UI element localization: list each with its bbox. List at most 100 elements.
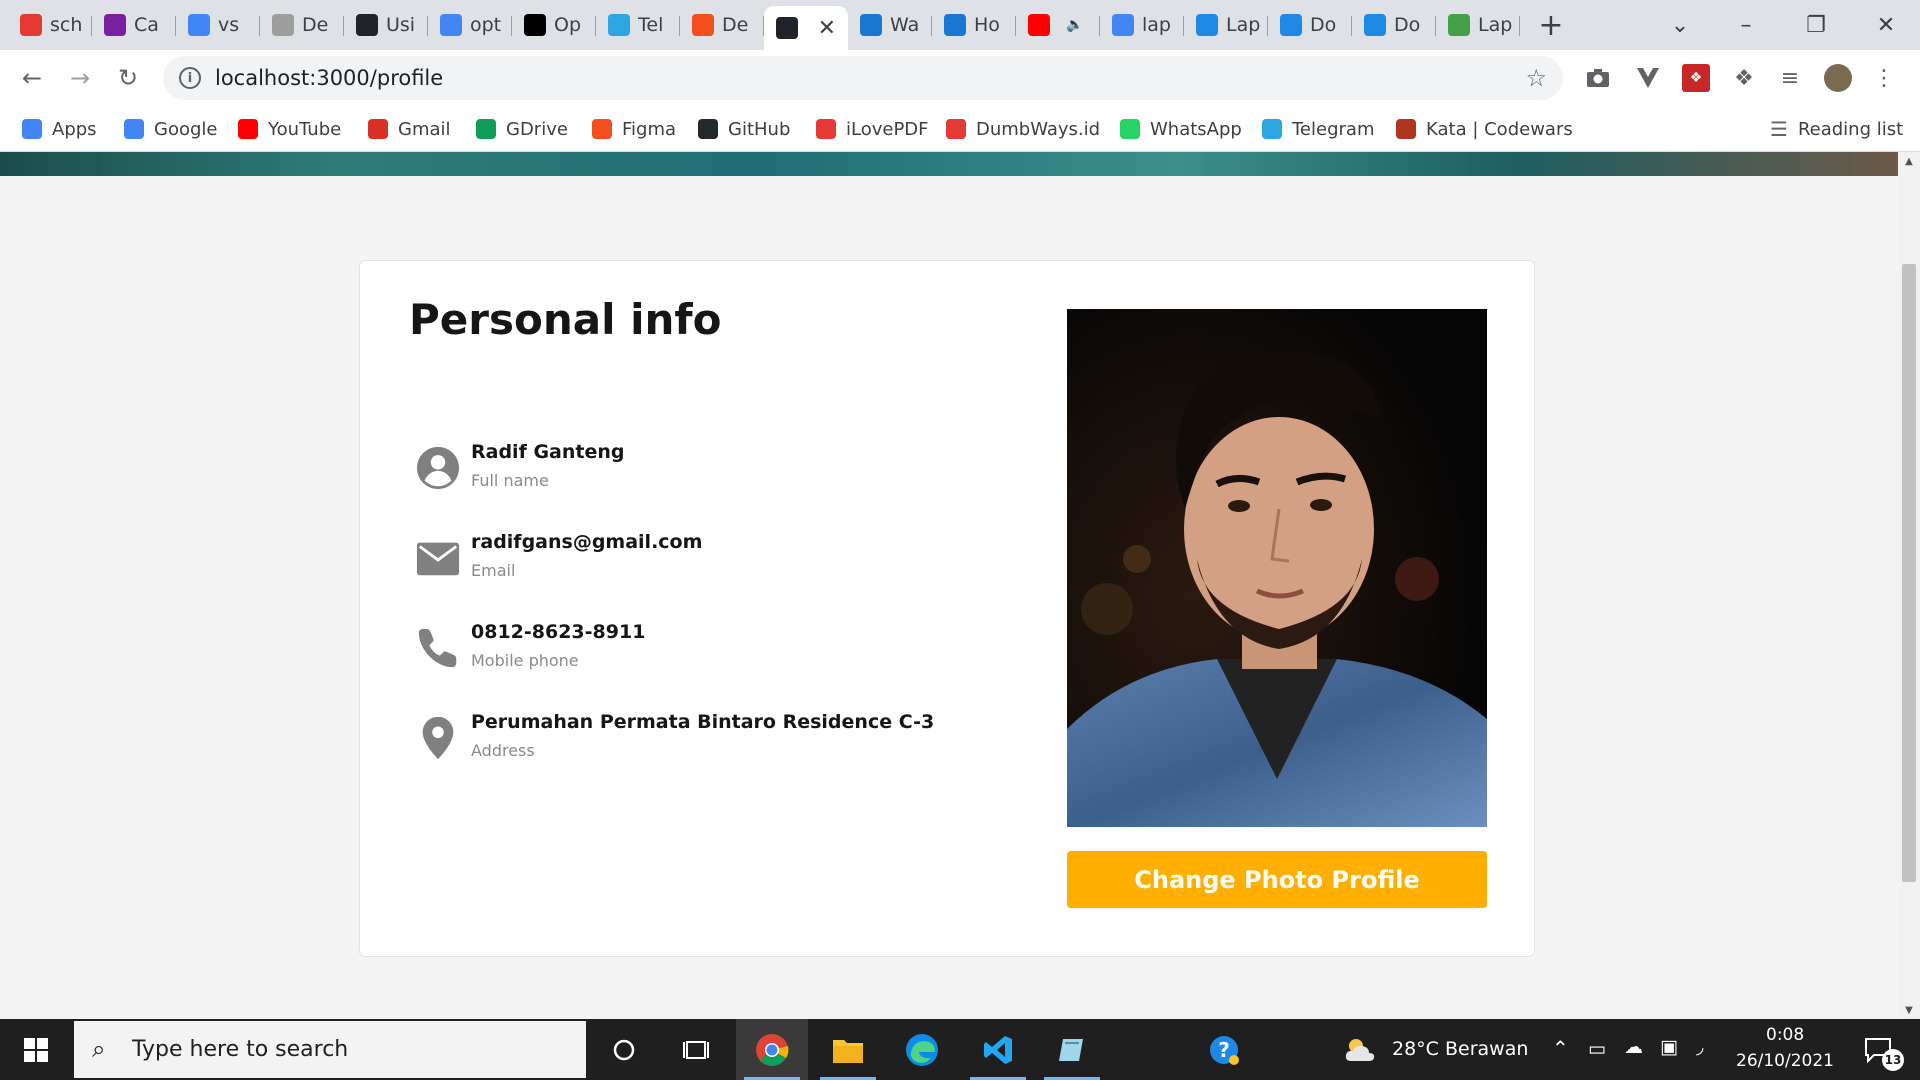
phone-label: Mobile phone xyxy=(471,651,579,670)
browser-tab[interactable]: sch xyxy=(8,8,92,42)
site-info-icon[interactable]: i xyxy=(179,67,201,89)
wifi-icon[interactable]: ◞ xyxy=(1696,1036,1703,1058)
vscode-icon[interactable] xyxy=(962,1019,1034,1080)
browser-tab[interactable]: opt xyxy=(428,8,512,42)
browser-tab[interactable]: 🔈 xyxy=(1016,8,1100,42)
extension-red-icon[interactable]: ❖ xyxy=(1682,64,1710,92)
bookmark-star-icon[interactable]: ☆ xyxy=(1525,64,1547,92)
tab-title: Ho xyxy=(974,14,1000,36)
start-button[interactable] xyxy=(0,1019,72,1080)
tab-audio-icon[interactable]: 🔈 xyxy=(1066,17,1083,33)
browser-tab[interactable]: vs xyxy=(176,8,260,42)
browser-tab[interactable]: Wa xyxy=(848,8,932,42)
bookmark-item[interactable]: GitHub xyxy=(698,114,790,144)
browser-tab[interactable]: Usi xyxy=(344,8,428,42)
scroll-up-arrow[interactable]: ▲ xyxy=(1898,152,1920,170)
bookmark-item[interactable]: Telegram xyxy=(1262,114,1374,144)
tab-title: Lap xyxy=(1226,14,1261,36)
change-photo-button[interactable]: Change Photo Profile xyxy=(1067,851,1487,908)
taskbar-search-placeholder: Type here to search xyxy=(132,1037,349,1062)
gdrive-icon xyxy=(476,119,496,139)
bookmark-item[interactable]: Figma xyxy=(592,114,676,144)
windows-taskbar: ⌕ Type here to search ? 28°C Berawan ⌃ ▭… xyxy=(0,1019,1920,1080)
bookmark-item[interactable]: Google xyxy=(124,114,217,144)
clock-time[interactable]: 0:08 xyxy=(1766,1025,1804,1045)
tray-overflow-chevron-icon[interactable]: ⌃ xyxy=(1552,1036,1569,1060)
weather-text[interactable]: 28°C Berawan xyxy=(1392,1038,1528,1060)
google-icon xyxy=(1112,14,1134,36)
camera-icon[interactable] xyxy=(1584,64,1612,92)
full-name-value: Radif Ganteng xyxy=(471,441,625,463)
bookmark-item[interactable]: Apps xyxy=(22,114,97,144)
new-tab-button[interactable]: + xyxy=(1535,8,1567,43)
tab-close-icon[interactable]: ✕ xyxy=(818,16,836,41)
scrollbar-thumb[interactable] xyxy=(1902,264,1916,882)
browser-tab[interactable]: De xyxy=(260,8,344,42)
hero-image-strip xyxy=(0,152,1898,176)
browser-tab[interactable]: Ho xyxy=(932,8,1016,42)
location-pin-icon xyxy=(422,716,454,760)
display-icon[interactable]: ▣ xyxy=(1660,1036,1678,1058)
browser-tab[interactable]: Ca xyxy=(92,8,176,42)
copilot-icon xyxy=(860,14,882,36)
bookmark-item[interactable]: DumbWays.id xyxy=(946,114,1100,144)
bookmark-item[interactable]: WhatsApp xyxy=(1120,114,1242,144)
tab-search-icon[interactable]: ⌄ xyxy=(1650,8,1710,42)
tab-title: Ca xyxy=(134,14,159,36)
address-bar[interactable]: i localhost:3000/profile ☆ xyxy=(163,56,1563,100)
bookmark-item[interactable]: YouTube xyxy=(238,114,341,144)
extensions-puzzle-icon[interactable]: ❖ xyxy=(1730,64,1758,92)
bookmark-label: WhatsApp xyxy=(1150,118,1242,140)
tab-title: De xyxy=(302,14,329,36)
browser-tab[interactable]: Tel xyxy=(596,8,680,42)
bookmark-item[interactable]: Gmail xyxy=(368,114,451,144)
tab-title: Op xyxy=(554,14,582,36)
tab-title: lap xyxy=(1142,14,1171,36)
notification-center-icon[interactable]: 13 xyxy=(1848,1019,1908,1080)
minimize-button[interactable]: – xyxy=(1716,8,1776,42)
weather-icon[interactable] xyxy=(1340,1019,1380,1080)
bookmark-label: Kata | Codewars xyxy=(1426,118,1573,140)
reading-list-button[interactable]: ☰ Reading list xyxy=(1770,114,1903,144)
back-button[interactable]: ← xyxy=(14,60,50,96)
scroll-down-arrow[interactable]: ▼ xyxy=(1898,1001,1920,1019)
reload-button[interactable]: ↻ xyxy=(110,60,146,96)
restore-button[interactable]: ❐ xyxy=(1786,8,1846,42)
close-window-button[interactable]: ✕ xyxy=(1856,8,1916,42)
file-explorer-icon[interactable] xyxy=(812,1019,884,1080)
browser-tab[interactable]: lap xyxy=(1100,8,1184,42)
page-scrollbar[interactable]: ▲ ▼ xyxy=(1898,152,1920,1019)
mail-icon xyxy=(416,542,460,576)
url-text[interactable]: localhost:3000/profile xyxy=(215,66,443,90)
cortana-icon[interactable] xyxy=(588,1019,660,1080)
bookmark-item[interactable]: iLovePDF xyxy=(816,114,929,144)
notepad-app-icon[interactable] xyxy=(1036,1019,1108,1080)
browser-tab[interactable]: Lap xyxy=(1184,8,1268,42)
forward-button[interactable]: → xyxy=(62,60,98,96)
browser-tab[interactable]: ✕ xyxy=(764,6,848,50)
task-view-icon[interactable] xyxy=(660,1019,732,1080)
taskbar-search-box[interactable]: ⌕ Type here to search xyxy=(74,1021,586,1078)
tab-title: sch xyxy=(50,14,83,36)
browser-tab[interactable]: Do xyxy=(1268,8,1352,42)
bookmark-item[interactable]: Kata | Codewars xyxy=(1396,114,1573,144)
bookmark-item[interactable]: GDrive xyxy=(476,114,568,144)
browser-tab[interactable]: Op xyxy=(512,8,596,42)
edge-icon[interactable] xyxy=(886,1019,958,1080)
onedrive-icon[interactable]: ☁ xyxy=(1624,1036,1643,1058)
battery-icon[interactable]: ▭ xyxy=(1588,1038,1606,1060)
figma-icon xyxy=(692,14,714,36)
tab-title: Lap xyxy=(1478,14,1513,36)
clock-date[interactable]: 26/10/2021 xyxy=(1736,1051,1834,1071)
media-control-icon[interactable]: ≡ xyxy=(1776,64,1804,92)
chrome-menu-icon[interactable]: ⋮ xyxy=(1870,64,1898,92)
vue-devtools-icon[interactable] xyxy=(1634,64,1662,92)
help-icon[interactable]: ? xyxy=(1188,1019,1260,1080)
chrome-taskbar-icon[interactable] xyxy=(736,1019,808,1080)
wordpress-icon xyxy=(1280,14,1302,36)
phone-icon xyxy=(418,628,457,668)
browser-tab[interactable]: Lap xyxy=(1436,8,1520,42)
browser-tab[interactable]: De xyxy=(680,8,764,42)
browser-tab[interactable]: Do xyxy=(1352,8,1436,42)
profile-avatar[interactable] xyxy=(1824,64,1852,92)
